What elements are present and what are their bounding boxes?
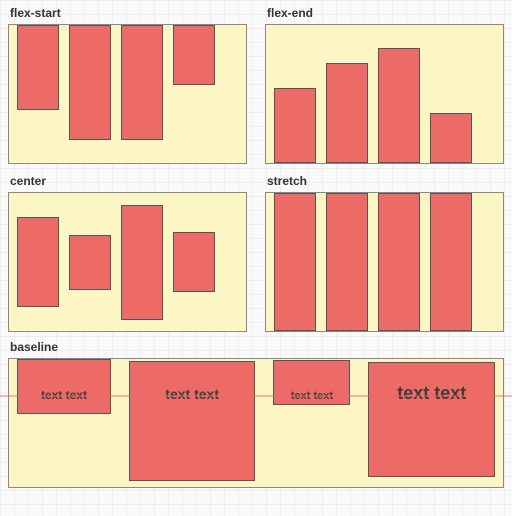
baseline-item: text text [17, 359, 111, 414]
flex-start-panel: flex-start [8, 4, 247, 164]
baseline-item: text text [129, 361, 256, 481]
flex-item [378, 48, 420, 163]
flex-item [274, 193, 316, 331]
flex-item [121, 25, 163, 140]
flex-start-container [8, 24, 247, 164]
stretch-panel: stretch [265, 172, 504, 332]
flex-item [274, 88, 316, 163]
flex-item [378, 193, 420, 331]
baseline-guide-line [0, 395, 512, 397]
baseline-panel: baseline text texttext texttext texttext… [8, 340, 504, 488]
flex-item [69, 235, 111, 290]
flex-item [430, 113, 472, 163]
center-label: center [10, 174, 247, 188]
flex-item [173, 25, 215, 85]
baseline-container: text text text text text text text text [8, 358, 504, 488]
flex-item [17, 217, 59, 307]
flex-item [173, 232, 215, 292]
flex-item [69, 25, 111, 140]
flex-end-label: flex-end [267, 6, 504, 20]
baseline-item: text text [368, 362, 495, 477]
center-container [8, 192, 247, 332]
baseline-label: baseline [10, 340, 504, 354]
flex-end-container [265, 24, 504, 164]
flex-item [326, 193, 368, 331]
center-panel: center [8, 172, 247, 332]
flex-item [121, 205, 163, 320]
flex-item [430, 193, 472, 331]
flex-item [326, 63, 368, 163]
flex-start-label: flex-start [10, 6, 247, 20]
stretch-label: stretch [267, 174, 504, 188]
stretch-container [265, 192, 504, 332]
flex-end-panel: flex-end [265, 4, 504, 164]
baseline-item: text text [273, 360, 350, 405]
flex-item [17, 25, 59, 110]
